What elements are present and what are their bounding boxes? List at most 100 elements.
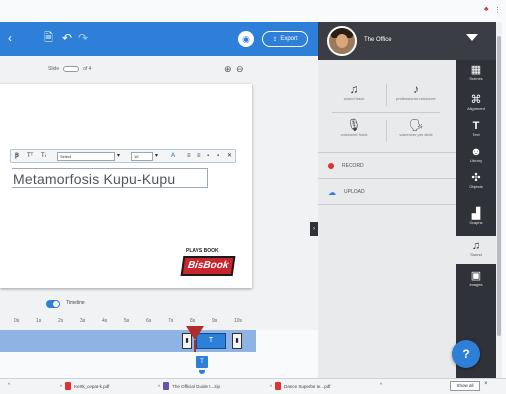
undo-icon[interactable]: ↶ (62, 31, 72, 45)
divider (318, 204, 456, 205)
browser-menu-icon[interactable]: ⋮ (494, 6, 501, 14)
export-icon: ⇪ (272, 36, 278, 43)
upload-row[interactable]: ☁ UPLOAD (318, 180, 456, 204)
library-icon: ☻ (470, 146, 482, 158)
help-button[interactable]: ? (452, 340, 480, 368)
close-icon[interactable]: × (484, 381, 488, 387)
italic-icon[interactable]: ▪ (217, 152, 219, 161)
professional-voiceover-option[interactable]: ♪ professional voiceover (392, 82, 440, 101)
record-icon (328, 163, 334, 169)
more-options-icon[interactable]: ✕ (227, 152, 232, 161)
tool-label: Library (469, 158, 483, 163)
preview-eye-icon[interactable]: ◉ (238, 31, 254, 47)
sound-icon: ♫ (471, 240, 481, 252)
music-notes-icon: ♪ (413, 82, 419, 96)
slide-number-input[interactable] (63, 66, 80, 72)
tool-objects[interactable]: ✣ Objects (458, 172, 494, 189)
timeline-tick-label: 8s (190, 318, 196, 324)
chevron-down-icon[interactable] (466, 34, 478, 41)
record-label: RECORD (342, 163, 364, 169)
align-left-icon[interactable]: ≡ (187, 152, 191, 161)
tool-alignment[interactable]: ⌘ Alignment (458, 94, 494, 111)
text-style-icon[interactable]: Ꞵ (15, 152, 19, 161)
sound-track-option[interactable]: ♫ sound track (332, 82, 376, 101)
download-item[interactable]: ^ The Official Guide t...zip (158, 382, 220, 390)
chevron-up-icon: ^ (380, 382, 383, 387)
logo-wordmark: BisBook (180, 256, 236, 276)
tool-text[interactable]: T Text (458, 120, 494, 137)
redo-icon[interactable]: ↷ (78, 31, 88, 45)
align-center-icon[interactable]: ≡ (197, 152, 201, 161)
pdf-file-icon (275, 382, 282, 390)
chevron-up-icon: ^ (60, 383, 63, 389)
logo-tagline: PLAYS BOOK (186, 248, 219, 254)
tool-label: Images (469, 282, 483, 287)
divider (386, 84, 387, 106)
timeline-tick-label: 10s (234, 318, 243, 324)
voiceover-per-slide-option[interactable]: 🗣 voiceover per slide (392, 118, 440, 137)
text-size-up-icon[interactable]: Tᵀ (27, 152, 33, 161)
timeline-tick-label: 9s (212, 318, 218, 324)
tool-library[interactable]: ☻ Library (458, 146, 494, 163)
user-name: The Office (364, 37, 392, 43)
notification-icon[interactable]: ♣ (484, 6, 489, 13)
timeline-tick-label: 5s (124, 318, 130, 324)
record-row[interactable]: RECORD (318, 154, 456, 178)
timeline-item-chip[interactable]: ▮ (232, 333, 242, 349)
tool-scenes[interactable]: ▦ Scenes (458, 64, 494, 81)
zoom-in-icon[interactable]: ⊕ (224, 64, 232, 75)
text-size-down-icon[interactable]: Tₜ (41, 152, 46, 161)
timeline-text-marker[interactable]: T (196, 356, 208, 368)
music-note-icon: ♫ (349, 82, 359, 96)
download-filename: Dance Superbe te...pdf (284, 383, 331, 389)
tool-label: Sound (470, 252, 482, 257)
chevron-up-icon: ^ (270, 383, 273, 389)
tool-label: Text (472, 132, 480, 137)
download-filename: The Official Guide t...zip (172, 383, 221, 389)
download-chevron[interactable]: ^ (8, 382, 10, 387)
document-settings-icon[interactable]: 🗎 (44, 31, 53, 45)
tool-label: Alignment (467, 106, 485, 111)
font-dropdown-icon[interactable]: ▾ (117, 152, 120, 161)
download-chevron[interactable]: ^ (380, 382, 382, 387)
download-item[interactable]: ^ Kertk_cepat-k.pdf (60, 382, 109, 390)
show-all-button[interactable]: Show all (450, 381, 480, 391)
images-icon: ▣ (470, 270, 482, 282)
zoom-out-icon[interactable]: ⊖ (236, 64, 244, 75)
download-item[interactable]: ^ Dance Superbe te...pdf (270, 382, 330, 390)
menu-left-icon[interactable]: ‹ (8, 31, 12, 45)
bisbook-logo: PLAYS BOOK BisBook (180, 248, 236, 278)
pdf-file-icon (65, 382, 72, 390)
avatar[interactable] (327, 26, 357, 56)
cloud-upload-icon: ☁ (328, 187, 336, 197)
tool-sound[interactable]: ♫ Sound (458, 240, 494, 257)
slide-size-row: Slide of 4 (48, 66, 91, 72)
tool-label: Graphs (469, 220, 483, 225)
export-label: Export (280, 36, 298, 42)
collapse-panel-icon[interactable]: › (310, 222, 318, 236)
playhead-line (194, 340, 196, 352)
timeline-tick-label: 7s (168, 318, 174, 324)
timeline-toggle[interactable] (46, 300, 60, 308)
text-color-icon[interactable]: A (171, 152, 175, 161)
playhead[interactable] (186, 326, 204, 340)
divider (332, 112, 440, 113)
voiceover-per-slide-label: voiceover per slide (399, 132, 433, 137)
tool-images[interactable]: ▣ Images (458, 270, 494, 287)
text-format-toolbar: Ꞵ Tᵀ Tₜ Select ▾ 16 ▾ A ≡ ≡ ▪ ▪ ✕ (10, 149, 236, 163)
voiceover-track-option[interactable]: 🎙 voiceover track (332, 118, 376, 137)
download-filename: Kertk_cepat-k.pdf (74, 383, 110, 389)
size-dropdown-icon[interactable]: ▾ (155, 152, 158, 161)
timeline-tick-label: 4s (102, 318, 108, 324)
export-button[interactable]: ⇪ Export (262, 31, 308, 47)
chevron-up-icon: ^ (158, 383, 161, 389)
tool-graphs[interactable]: ▟ Graphs (458, 208, 494, 225)
bold-icon[interactable]: ▪ (207, 152, 209, 161)
slide-label: Slide (48, 66, 60, 72)
microphone-icon: 🎙 (346, 118, 362, 132)
voiceover-track-label: voiceover track (340, 132, 368, 137)
font-family-select[interactable]: Select (57, 152, 115, 161)
scrollbar-thumb[interactable] (497, 36, 501, 336)
font-size-select[interactable]: 16 (131, 152, 153, 161)
slide-title-text[interactable]: Metamorfosis Kupu-Kupu (12, 168, 208, 188)
